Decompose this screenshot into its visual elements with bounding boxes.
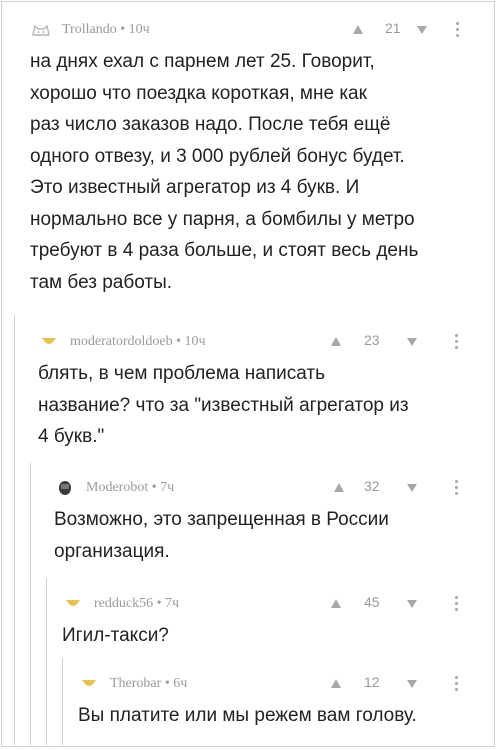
- comment-line: нормально все у парня, а бомбилы у метро: [30, 208, 415, 230]
- comment-line: Игил-такси?: [62, 625, 169, 646]
- comment-meta: Moderobot • 7ч: [86, 480, 174, 496]
- comment-moderobot: Moderobot • 7ч 32 Возможно, это запрещен…: [54, 476, 470, 567]
- comment-header: Trollando • 10ч 21: [30, 18, 470, 46]
- meta-separator: •: [151, 480, 157, 495]
- downvote-icon[interactable]: [407, 338, 417, 346]
- upvote-icon[interactable]: [331, 599, 341, 608]
- comment-time: 7ч: [165, 596, 180, 611]
- thread-line-3[interactable]: [46, 578, 47, 745]
- more-options-icon[interactable]: [455, 596, 459, 614]
- comment-line: одного отвезу, и 3 000 рублей бонус буде…: [30, 145, 405, 167]
- comment-line: Возможно, это запрещенная в России: [54, 509, 389, 530]
- comment-line: хорошо что поездка короткая, мне как: [30, 82, 367, 104]
- comment-redduck56: redduck56 • 7ч 45 Игил-такси?: [62, 592, 470, 652]
- more-options-icon[interactable]: [455, 334, 459, 352]
- downvote-icon[interactable]: [407, 600, 417, 608]
- comment-header: Therobar • 6ч 12: [78, 672, 470, 700]
- comment-trollando: Trollando • 10ч 21 на днях ехал с парнем…: [30, 18, 470, 298]
- author-name[interactable]: Moderobot: [86, 480, 148, 495]
- comment-line: там без работы.: [30, 271, 173, 293]
- meta-separator: •: [120, 22, 126, 37]
- comment-line: раз число заказов надо. После тебя ещё: [30, 114, 391, 135]
- downvote-icon[interactable]: [407, 680, 417, 688]
- downvote-icon[interactable]: [417, 26, 427, 34]
- comment-therobar: Therobar • 6ч 12 Вы платите или мы режем…: [78, 672, 470, 732]
- comment-text: Возможно, это запрещенная в России орган…: [54, 504, 470, 567]
- comment-line: 4 букв.": [38, 426, 105, 447]
- more-options-icon[interactable]: [455, 480, 459, 498]
- author-name[interactable]: redduck56: [94, 596, 153, 611]
- author-name[interactable]: moderatordoldoeb: [70, 334, 173, 349]
- comment-line: Это известный агрегатор из 4 букв. И: [30, 177, 360, 198]
- default-avatar-icon[interactable]: [62, 596, 84, 612]
- meta-separator: •: [164, 676, 170, 691]
- upvote-icon[interactable]: [331, 337, 341, 346]
- author-name[interactable]: Trollando: [62, 22, 117, 37]
- comment-text: блять, в чем проблема написать название?…: [38, 358, 470, 453]
- comment-score: 21: [385, 20, 401, 36]
- thread-line-1[interactable]: [14, 315, 15, 745]
- comment-score: 32: [364, 478, 380, 494]
- comment-header: redduck56 • 7ч 45: [62, 592, 470, 620]
- comment-moderatordoldoeb: moderatordoldoeb • 10ч 23 блять, в чем п…: [38, 330, 470, 453]
- cat-avatar-icon[interactable]: [30, 22, 52, 38]
- more-options-icon[interactable]: [456, 22, 460, 40]
- downvote-icon[interactable]: [407, 484, 417, 492]
- comment-line: блять, в чем проблема написать: [38, 363, 325, 384]
- comment-time: 10ч: [128, 22, 150, 37]
- comment-header: moderatordoldoeb • 10ч 23: [38, 330, 470, 358]
- robot-avatar-icon[interactable]: [54, 480, 76, 496]
- comment-meta: Trollando • 10ч: [62, 22, 150, 38]
- more-options-icon[interactable]: [455, 676, 459, 694]
- comment-time: 10ч: [184, 334, 206, 349]
- comment-score: 23: [364, 332, 380, 348]
- comment-line: Вы платите или мы режем вам голову.: [78, 705, 417, 726]
- author-name[interactable]: Therobar: [110, 676, 161, 691]
- upvote-icon[interactable]: [353, 25, 363, 34]
- comment-text: Игил-такси?: [62, 620, 470, 652]
- comment-text: Вы платите или мы режем вам голову.: [78, 700, 470, 732]
- comment-text: на днях ехал с парнем лет 25. Говорит, х…: [30, 46, 470, 298]
- comment-meta: moderatordoldoeb • 10ч: [70, 334, 206, 350]
- thread-line-2[interactable]: [30, 463, 31, 745]
- default-avatar-icon[interactable]: [78, 676, 100, 692]
- comment-line: на днях ехал с парнем лет 25. Говорит,: [30, 51, 375, 72]
- comment-time: 6ч: [173, 676, 188, 691]
- meta-separator: •: [156, 596, 162, 611]
- thread-line-4[interactable]: [62, 658, 63, 745]
- upvote-icon[interactable]: [334, 483, 344, 492]
- comment-meta: Therobar • 6ч: [110, 676, 187, 692]
- comment-line: требуют в 4 раза больше, и стоят весь де…: [30, 240, 419, 261]
- comment-line: организация.: [54, 540, 170, 562]
- comment-header: Moderobot • 7ч 32: [54, 476, 470, 504]
- default-avatar-icon[interactable]: [38, 334, 60, 350]
- comment-time: 7ч: [160, 480, 175, 495]
- comment-score: 12: [364, 674, 380, 690]
- comment-score: 45: [364, 594, 380, 610]
- upvote-icon[interactable]: [331, 679, 341, 688]
- comment-meta: redduck56 • 7ч: [94, 596, 179, 612]
- comment-line: название? что за "известный агрегатор из: [38, 394, 409, 416]
- meta-separator: •: [176, 334, 182, 349]
